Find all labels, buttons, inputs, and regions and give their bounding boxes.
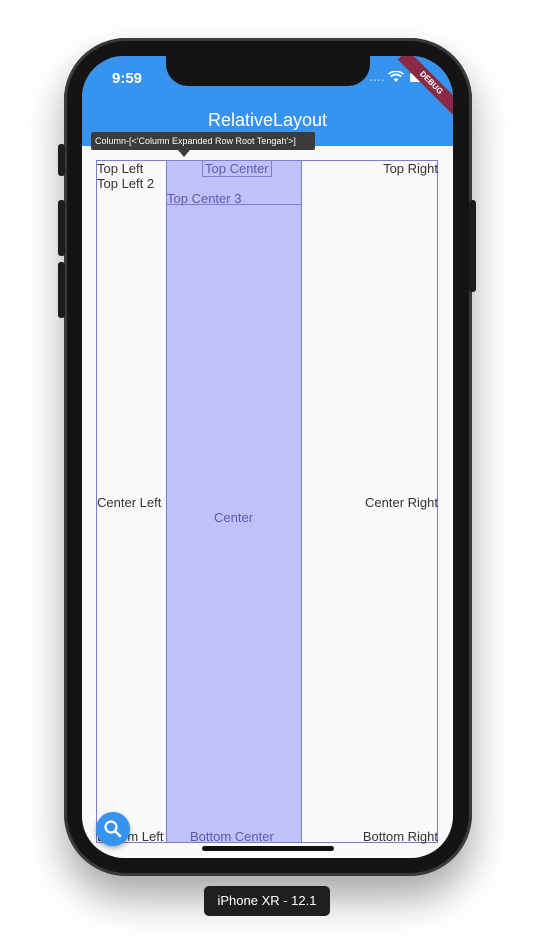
mute-switch (58, 144, 65, 176)
top-center-label: Top Center (202, 160, 272, 177)
top-left-label: Top Left (97, 161, 144, 176)
signal-indicator: .... (369, 68, 385, 84)
search-fab-button[interactable] (96, 812, 130, 846)
search-icon (104, 820, 122, 838)
wifi-icon (388, 70, 405, 83)
tooltip-arrow (178, 150, 190, 157)
volume-up-button (58, 200, 65, 256)
inspector-tooltip: Column-[<'Column Expanded Row Root Tenga… (91, 132, 315, 150)
top-left-2-label: Top Left 2 (97, 176, 155, 191)
bottom-right-label: Bottom Right (362, 829, 438, 844)
center-left-label: Center Left (97, 495, 162, 510)
volume-down-button (58, 262, 65, 318)
app-title: RelativeLayout (207, 110, 328, 130)
status-time: 9:59 (112, 70, 143, 87)
top-right-label: Top Right (383, 161, 438, 176)
home-indicator[interactable] (202, 846, 334, 851)
center-right-label: Center Right (365, 495, 438, 510)
debug-banner: DEBUG (397, 56, 453, 117)
power-button (469, 200, 476, 292)
highlighted-column (166, 160, 302, 843)
top-center-3-label: Top Center 3 (167, 191, 242, 206)
device-name-label: iPhone XR - 12.1 (204, 886, 330, 916)
notch (166, 56, 370, 86)
center-label: Center (214, 510, 254, 525)
device-screen: 9:59 .... RelativeLayout DEBUG Column-[<… (82, 56, 453, 858)
bottom-center-label: Bottom Center (190, 829, 274, 844)
